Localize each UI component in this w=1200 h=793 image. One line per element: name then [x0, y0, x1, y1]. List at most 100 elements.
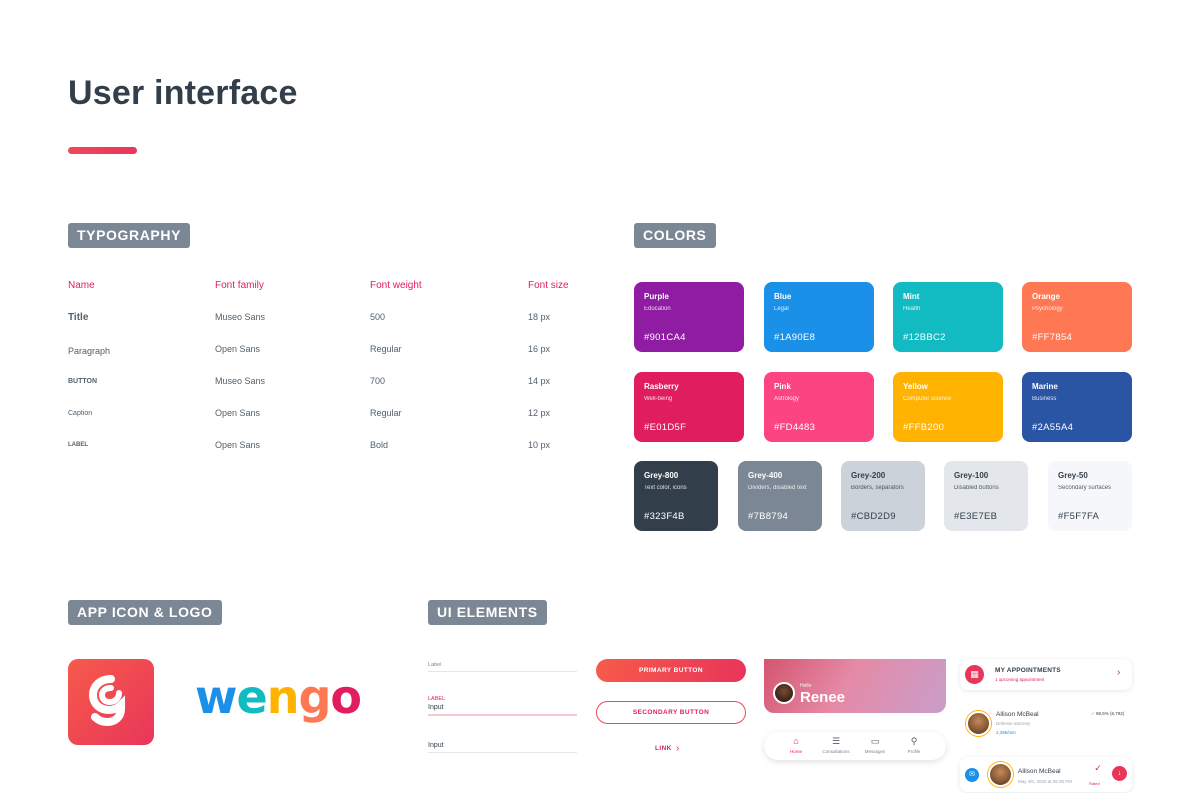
rated-label: Rated	[1089, 781, 1100, 786]
swatch-name: Marine	[1032, 382, 1058, 391]
profile-icon: ⚲	[910, 736, 918, 746]
appointments-card[interactable]: ▦ MY APPOINTMENTS 1 upcoming appointment…	[960, 659, 1132, 690]
color-swatch-rasberry: Rasberry Well-being #E01D5F	[634, 372, 744, 442]
swatch-hex: #FF7854	[1032, 332, 1073, 343]
section-tag-ui-elements: UI ELEMENTS	[428, 600, 547, 625]
text-field-empty[interactable]: Label	[428, 662, 577, 672]
swatch-name: Purple	[644, 292, 669, 301]
field-label: Label	[428, 662, 442, 668]
primary-button[interactable]: PRIMARY BUTTON	[596, 659, 746, 682]
swatch-usage: Disabled buttons	[954, 485, 999, 491]
field-value: Input	[428, 742, 444, 749]
expert-rating: ✓ 98,5% (6,792)	[1091, 711, 1124, 717]
tab-label: Home	[789, 749, 802, 754]
table-cell: Open Sans	[215, 440, 261, 450]
swatch-name: Orange	[1032, 292, 1061, 301]
table-row: Title Museo Sans 500 18 px	[68, 312, 588, 344]
table-cell: 14 px	[528, 376, 551, 386]
tab-label: Messages	[864, 749, 886, 754]
message-icon: ▭	[870, 736, 880, 746]
color-swatch-purple: Purple Education #901CA4	[634, 282, 744, 352]
avatar	[966, 711, 991, 736]
swatch-name: Rasberry	[644, 382, 679, 391]
swatch-usage: Computer science	[903, 396, 952, 402]
hello-user-name: Renee	[800, 689, 846, 706]
field-underline	[428, 752, 577, 753]
table-cell: 10 px	[528, 440, 551, 450]
logo-letter: o	[330, 670, 362, 724]
typography-header-row: Name Font family Font weight Font size	[68, 280, 588, 312]
avatar[interactable]	[773, 682, 795, 704]
color-swatch-grey-200: Grey-200 Borders, separators #CBD2D9	[841, 461, 925, 531]
section-tag-typography: TYPOGRAPHY	[68, 223, 191, 248]
typography-sample-caption: Caption	[68, 410, 93, 417]
secondary-button[interactable]: SECONDARY BUTTON	[596, 701, 746, 724]
link-button[interactable]: LINK	[655, 745, 672, 752]
download-icon[interactable]: ↓	[1112, 766, 1127, 781]
logo-letter: e	[236, 670, 268, 724]
home-icon: ⌂	[793, 736, 799, 746]
swatch-usage: Health	[903, 306, 921, 312]
swatch-hex: #FFB200	[903, 422, 945, 433]
tab-profile[interactable]: ⚲ Profile	[894, 736, 934, 754]
color-swatch-marine: Marine Business #2A55A4	[1022, 372, 1132, 442]
swatch-hex: #323F4B	[644, 511, 685, 522]
logo-letter: w	[195, 670, 237, 724]
table-cell: 500	[370, 312, 386, 322]
tab-home[interactable]: ⌂ Home	[776, 736, 816, 754]
typography-sample-paragraph: Paragraph	[68, 346, 111, 356]
message-date: May 4th, 2020 at 06:35 PM	[1018, 779, 1073, 784]
message-sender: Allison McBeal	[1018, 768, 1061, 775]
color-swatch-pink: Pink Astrology #FD4483	[764, 372, 874, 442]
calendar-icon: ▦	[965, 665, 984, 684]
swatch-hex: #FD4483	[774, 422, 816, 433]
typography-sample-button: BUTTON	[68, 378, 98, 385]
wengo-g-icon	[88, 675, 125, 727]
logo-letter: n	[266, 670, 300, 724]
swatch-name: Grey-200	[851, 471, 886, 480]
avatar	[988, 762, 1013, 787]
typography-header-family: Font family	[215, 280, 264, 291]
table-cell: Museo Sans	[215, 376, 266, 386]
typography-sample-title: Title	[68, 312, 89, 323]
table-cell: 12 px	[528, 408, 551, 418]
color-swatch-grey-400: Grey-400 Dividers, disabled text #7B8794	[738, 461, 822, 531]
typography-sample-label: LABEL	[68, 442, 88, 448]
mail-icon: ✉	[965, 768, 979, 782]
hello-header-card: Hello Renee	[764, 659, 946, 713]
expert-list-item[interactable]: Allison McBeal Defense attorney 2,39€/mi…	[960, 701, 1132, 745]
list-icon: ☰	[831, 736, 841, 746]
table-cell: Museo Sans	[215, 312, 266, 322]
table-cell: 18 px	[528, 312, 551, 322]
text-field-filled[interactable]: Input	[428, 740, 577, 753]
tab-label: Profile	[907, 749, 921, 754]
swatch-usage: Borders, separators	[851, 485, 904, 491]
table-cell: Regular	[370, 344, 402, 354]
swatch-usage: Legal	[774, 306, 789, 312]
logo-letter: g	[298, 670, 331, 724]
swatch-name: Mint	[903, 292, 920, 301]
swatch-usage: Dividers, disabled text	[748, 485, 807, 491]
swatch-name: Grey-50	[1058, 471, 1088, 480]
tab-messages[interactable]: ▭ Messages	[855, 736, 895, 754]
swatch-hex: #2A55A4	[1032, 422, 1074, 433]
color-swatch-grey-50: Grey-50 Secondary surfaces #F5F7FA	[1048, 461, 1132, 531]
tab-consultations[interactable]: ☰ Consultations	[816, 736, 856, 754]
swatch-usage: Well-being	[644, 396, 673, 402]
chevron-right-icon: ›	[676, 743, 680, 754]
table-row: BUTTON Museo Sans 700 14 px	[68, 376, 588, 408]
rated-check-icon[interactable]: ✓	[1091, 763, 1105, 774]
swatch-hex: #901CA4	[644, 332, 686, 343]
color-swatch-yellow: Yellow Computer science #FFB200	[893, 372, 1003, 442]
field-underline	[428, 671, 577, 672]
swatch-hex: #E3E7EB	[954, 511, 998, 522]
swatch-name: Grey-800	[644, 471, 679, 480]
field-label: LABEL	[428, 696, 446, 702]
wengo-logo: wengo	[195, 667, 362, 727]
swatch-usage: Astrology	[774, 396, 800, 402]
typography-header-name: Name	[68, 280, 95, 291]
color-swatch-orange: Orange Psychology #FF7854	[1022, 282, 1132, 352]
text-field-focused[interactable]: LABEL Input	[428, 696, 577, 716]
message-card[interactable]: ✉ Allison McBeal May 4th, 2020 at 06:35 …	[960, 757, 1132, 792]
app-icon	[68, 659, 154, 745]
